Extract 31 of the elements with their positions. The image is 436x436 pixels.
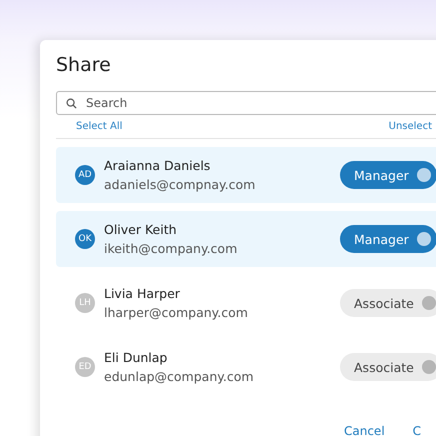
avatar: ED [75, 357, 95, 377]
knob-icon [416, 232, 431, 246]
person-row[interactable]: AD Araianna Daniels adaniels@compnay.com Manager [56, 147, 436, 203]
person-email: ikeith@company.com [104, 240, 238, 258]
knob-icon [422, 296, 436, 310]
role-button[interactable]: Associate [340, 289, 436, 317]
avatar: OK [75, 229, 95, 249]
footer-button[interactable]: Cancel [344, 424, 385, 436]
person-email: adaniels@compnay.com [104, 176, 256, 194]
avatar: LH [75, 293, 95, 313]
person-row[interactable]: OK Oliver Keith ikeith@company.com Manager [56, 211, 436, 267]
role-button[interactable]: Manager [340, 161, 436, 189]
person-row[interactable]: ED Eli Dunlap edunlap@company.com Associate [56, 339, 436, 395]
footer-button[interactable]: C [412, 424, 422, 436]
knob-icon [422, 360, 436, 374]
search-field[interactable]: Search [56, 91, 436, 115]
role-button[interactable]: Manager [340, 225, 436, 253]
dialog-title: Share [56, 53, 112, 78]
person-email: lharper@company.com [104, 304, 249, 322]
select-all-link[interactable]: Select All [76, 121, 122, 132]
search-icon [66, 98, 77, 109]
person-name: Oliver Keith [104, 221, 178, 239]
unselect-link[interactable]: Unselect [388, 121, 432, 132]
person-name: Livia Harper [104, 285, 181, 303]
person-name: Eli Dunlap [104, 349, 168, 367]
role-button[interactable]: Associate [340, 353, 436, 381]
person-name: Araianna Daniels [104, 157, 212, 175]
knob-icon [416, 168, 431, 182]
avatar: AD [75, 165, 95, 185]
person-row[interactable]: LH Livia Harper lharper@company.com Associate [56, 275, 436, 331]
person-email: edunlap@company.com [104, 368, 255, 386]
